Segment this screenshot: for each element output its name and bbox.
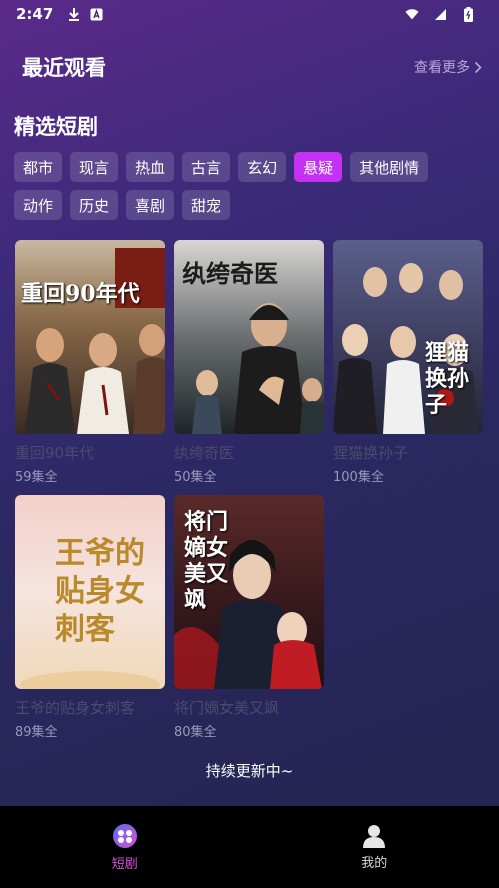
signal-icon — [433, 7, 447, 21]
episode-count: 50集全 — [174, 470, 217, 485]
category-row: 都市 现言 热血 古言 玄幻 悬疑 其他剧情 — [14, 152, 484, 182]
drama-card[interactable]: 纨绔奇医 纨绔奇医 50集全 — [174, 240, 324, 485]
category-chip-sweet-romance[interactable]: 甜宠 — [182, 190, 231, 220]
battery-icon — [461, 6, 475, 22]
drama-title: 重回90年代 — [15, 444, 95, 462]
category-chip-action[interactable]: 动作 — [14, 190, 63, 220]
tab-profile[interactable]: 我的 — [250, 806, 499, 888]
tab-drama[interactable]: 短剧 — [0, 806, 250, 888]
status-time: 2:47 — [16, 5, 54, 23]
drama-icon — [112, 823, 137, 848]
episode-count: 89集全 — [15, 725, 58, 740]
poster-title-art: 重回90年代 — [21, 281, 140, 307]
profile-icon — [363, 824, 386, 848]
chevron-right-icon — [474, 61, 482, 73]
drama-poster[interactable]: 将门嫡女美又飒 — [174, 495, 324, 689]
poster-title-art: 王爷的贴身女刺客 — [55, 536, 145, 647]
category-filter: 都市 现言 热血 古言 玄幻 悬疑 其他剧情 动作 历史 喜剧 甜宠 — [14, 152, 484, 228]
status-bar: 2:47 — [0, 0, 499, 28]
tab-profile-label: 我的 — [361, 855, 388, 871]
continuous-update-note: 持续更新中~ — [205, 762, 294, 780]
drama-poster[interactable]: 重回90年代 — [15, 240, 165, 434]
view-more-label: 查看更多 — [414, 60, 470, 76]
poster-title-art: 将门嫡女美又飒 — [184, 509, 229, 613]
category-chip-fantasy[interactable]: 玄幻 — [238, 152, 287, 182]
category-chip-hot-blood[interactable]: 热血 — [126, 152, 175, 182]
drama-card[interactable]: 重回90年代 重回90年代 59集全 — [15, 240, 165, 485]
download-icon — [67, 7, 81, 21]
episode-count: 59集全 — [15, 470, 58, 485]
category-chip-history[interactable]: 历史 — [70, 190, 119, 220]
drama-poster[interactable]: 纨绔奇医 — [174, 240, 324, 434]
category-chip-modern-romance[interactable]: 现言 — [70, 152, 119, 182]
category-chip-comedy[interactable]: 喜剧 — [126, 190, 175, 220]
drama-poster[interactable]: 王爷的贴身女刺客 — [15, 495, 165, 689]
poster-title-art: 纨绔奇医 — [182, 259, 278, 288]
drama-title: 将门嫡女美又飒 — [174, 699, 280, 717]
drama-card[interactable]: 王爷的贴身女刺客 王爷的贴身女刺客 89集全 — [15, 495, 165, 740]
category-row: 动作 历史 喜剧 甜宠 — [14, 190, 484, 220]
category-chip-urban[interactable]: 都市 — [14, 152, 63, 182]
recent-watch-header: 最近观看 查看更多 — [22, 52, 482, 82]
category-chip-other[interactable]: 其他剧情 — [350, 152, 429, 182]
app-notification-icon — [89, 7, 103, 21]
episode-count: 80集全 — [174, 725, 217, 740]
drama-card[interactable]: 将门嫡女美又飒 将门嫡女美又飒 80集全 — [174, 495, 324, 740]
featured-section-title: 精选短剧 — [14, 115, 98, 139]
drama-title: 纨绔奇医 — [174, 444, 235, 462]
wifi-icon — [405, 7, 419, 21]
view-more-link[interactable]: 查看更多 — [414, 57, 482, 77]
recent-watch-title: 最近观看 — [22, 56, 106, 80]
drama-poster[interactable]: 狸猫换孙子 — [333, 240, 483, 434]
drama-card[interactable]: 狸猫换孙子 狸猫换孙子 100集全 — [333, 240, 483, 485]
tab-drama-label: 短剧 — [111, 856, 138, 872]
poster-title-art: 狸猫换孙子 — [425, 340, 470, 418]
episode-count: 100集全 — [333, 470, 384, 485]
category-chip-ancient-romance[interactable]: 古言 — [182, 152, 231, 182]
drama-title: 王爷的贴身女刺客 — [15, 699, 136, 717]
category-chip-mystery[interactable]: 悬疑 — [294, 152, 343, 182]
bottom-tab-bar: 短剧 我的 — [0, 806, 499, 888]
drama-title: 狸猫换孙子 — [333, 444, 409, 462]
